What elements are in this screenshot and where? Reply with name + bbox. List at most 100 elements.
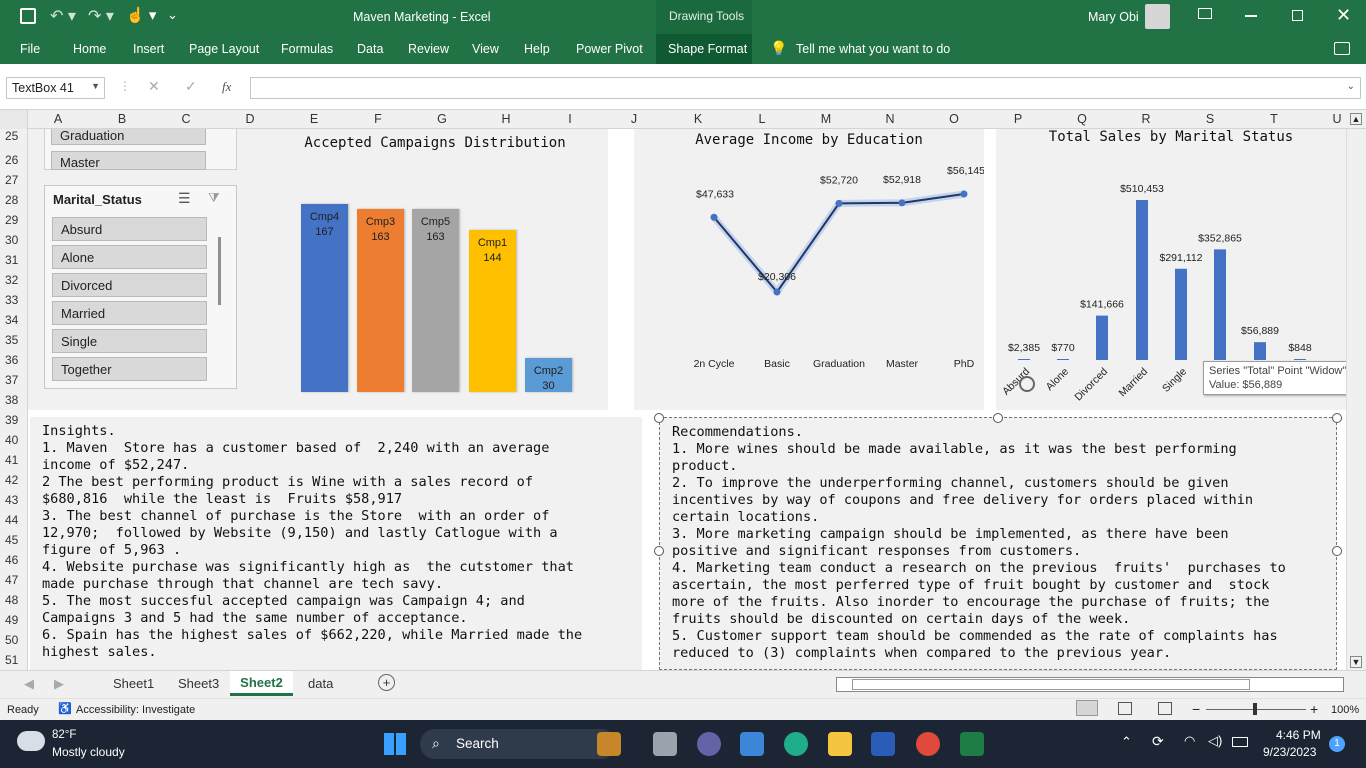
restore-icon[interactable]	[1292, 10, 1303, 21]
tab-file[interactable]: File	[20, 42, 40, 56]
col-header[interactable]: M	[820, 112, 832, 126]
insert-function-icon[interactable]: fx	[222, 79, 231, 95]
campaign-bar[interactable]: Cmp1 144	[469, 229, 516, 392]
teams-icon[interactable]	[697, 732, 721, 756]
store-icon[interactable]	[740, 732, 764, 756]
recommendations-textbox[interactable]: Recommendations. 1. More wines should be…	[659, 417, 1337, 670]
cancel-icon[interactable]: ✕	[148, 78, 160, 95]
income-line-chart[interactable]: $47,633 2n Cycle $20,306 Basic $52,720 Gradua…	[634, 129, 984, 410]
sheet-tab[interactable]: Sheet1	[113, 676, 154, 691]
col-header[interactable]: T	[1268, 112, 1280, 126]
edge-icon[interactable]	[784, 732, 808, 756]
taskbar-search[interactable]: ⌕ Search	[420, 729, 616, 759]
touch-mode-icon[interactable]: ☝ ▾	[126, 6, 156, 24]
chrome-icon[interactable]	[916, 732, 940, 756]
word-icon[interactable]	[871, 732, 895, 756]
sales-bar[interactable]	[1057, 359, 1069, 360]
data-point[interactable]	[898, 199, 906, 207]
task-view-icon[interactable]	[653, 732, 677, 756]
sales-bar[interactable]	[1254, 342, 1266, 360]
slicer-item-absurd[interactable]: Absurd	[52, 217, 207, 241]
campaign-bar[interactable]: Cmp5 163	[412, 208, 459, 392]
data-point[interactable]	[960, 190, 968, 198]
multi-select-icon[interactable]: ☰	[178, 190, 191, 207]
tell-me-search[interactable]: Tell me what you want to do	[796, 42, 950, 56]
save-icon[interactable]	[20, 8, 36, 24]
sales-bar[interactable]	[1175, 268, 1187, 360]
undo-icon[interactable]: ↶ ▾	[50, 6, 76, 26]
col-header[interactable]: K	[692, 112, 704, 126]
col-header[interactable]: J	[628, 112, 640, 126]
slicer-item-together[interactable]: Together	[52, 357, 207, 381]
redo-icon[interactable]: ↷ ▾	[88, 6, 114, 26]
row-header[interactable]: 49	[0, 613, 28, 627]
row-header[interactable]: 45	[0, 533, 28, 547]
page-break-icon[interactable]	[1158, 702, 1172, 715]
col-header[interactable]: R	[1140, 112, 1152, 126]
minimize-icon[interactable]	[1245, 15, 1257, 17]
resize-handle[interactable]	[1332, 546, 1342, 556]
slicer-item-married[interactable]: Married	[52, 301, 207, 325]
row-header[interactable]: 50	[0, 633, 28, 647]
row-header[interactable]: 51	[0, 653, 28, 667]
sales-bar[interactable]	[1294, 359, 1306, 360]
select-all-corner[interactable]	[0, 110, 28, 129]
row-header[interactable]: 38	[0, 393, 28, 407]
wifi-icon[interactable]: ◠	[1184, 733, 1195, 749]
expand-formula-icon[interactable]: ⌄	[1347, 81, 1355, 92]
clock-date[interactable]: 9/23/2023	[1263, 745, 1316, 759]
resize-handle[interactable]	[654, 413, 664, 423]
tab-insert[interactable]: Insert	[133, 42, 164, 56]
normal-view-icon[interactable]	[1076, 700, 1098, 716]
col-header[interactable]: U	[1331, 112, 1343, 126]
tab-power-pivot[interactable]: Power Pivot	[576, 42, 643, 56]
close-icon[interactable]: ✕	[1336, 5, 1351, 26]
windows-start-icon[interactable]	[384, 733, 406, 755]
excel-icon[interactable]	[960, 732, 984, 756]
row-header[interactable]: 48	[0, 593, 28, 607]
row-header[interactable]: 37	[0, 373, 28, 387]
formula-input[interactable]: ⌄	[250, 77, 1361, 99]
next-sheet-icon[interactable]: ▶	[54, 676, 64, 692]
sales-bar[interactable]	[1214, 249, 1226, 360]
slicer-item-alone[interactable]: Alone	[52, 245, 207, 269]
row-header[interactable]: 46	[0, 553, 28, 567]
weather-desc[interactable]: Mostly cloudy	[52, 745, 125, 759]
zoom-out-icon[interactable]: −	[1192, 701, 1200, 717]
slicer-scrollbar[interactable]	[218, 237, 221, 305]
insights-textbox[interactable]: Insights. 1. Maven Store has a customer …	[30, 417, 642, 670]
row-header[interactable]: 28	[0, 193, 28, 207]
row-header[interactable]: 35	[0, 333, 28, 347]
row-header[interactable]: 44	[0, 513, 28, 527]
col-header[interactable]: P	[1012, 112, 1024, 126]
resize-handle[interactable]	[1332, 413, 1342, 423]
row-header[interactable]: 27	[0, 173, 28, 187]
campaign-bar[interactable]: Cmp4 167	[301, 204, 348, 392]
enter-icon[interactable]: ✓	[185, 78, 197, 95]
row-header[interactable]: 41	[0, 453, 28, 467]
row-header[interactable]: 39	[0, 413, 28, 427]
ribbon-display-icon[interactable]	[1198, 8, 1212, 19]
tab-help[interactable]: Help	[524, 42, 550, 56]
col-header[interactable]: N	[884, 112, 896, 126]
col-header[interactable]: I	[564, 112, 576, 126]
row-header[interactable]: 43	[0, 493, 28, 507]
row-header[interactable]: 40	[0, 433, 28, 447]
name-box[interactable]: TextBox 41 ▼	[6, 77, 105, 99]
files-icon[interactable]	[597, 732, 621, 756]
slicer-item-graduation[interactable]: Graduation	[51, 129, 206, 145]
col-header[interactable]: Q	[1076, 112, 1088, 126]
sales-bar[interactable]	[1096, 315, 1108, 360]
row-header[interactable]: 25	[0, 129, 28, 143]
col-header[interactable]: F	[372, 112, 384, 126]
zoom-in-icon[interactable]: +	[1310, 701, 1318, 717]
customize-qat-icon[interactable]: ⌄	[167, 7, 178, 23]
col-header[interactable]: G	[436, 112, 448, 126]
col-header[interactable]: A	[52, 112, 64, 126]
zoom-level[interactable]: 100%	[1331, 704, 1359, 716]
tray-chevron-icon[interactable]: ⌃	[1121, 734, 1132, 750]
file-explorer-icon[interactable]	[828, 732, 852, 756]
sheet-tab[interactable]: Sheet3	[178, 676, 219, 691]
row-header[interactable]: 33	[0, 293, 28, 307]
row-header[interactable]: 30	[0, 233, 28, 247]
